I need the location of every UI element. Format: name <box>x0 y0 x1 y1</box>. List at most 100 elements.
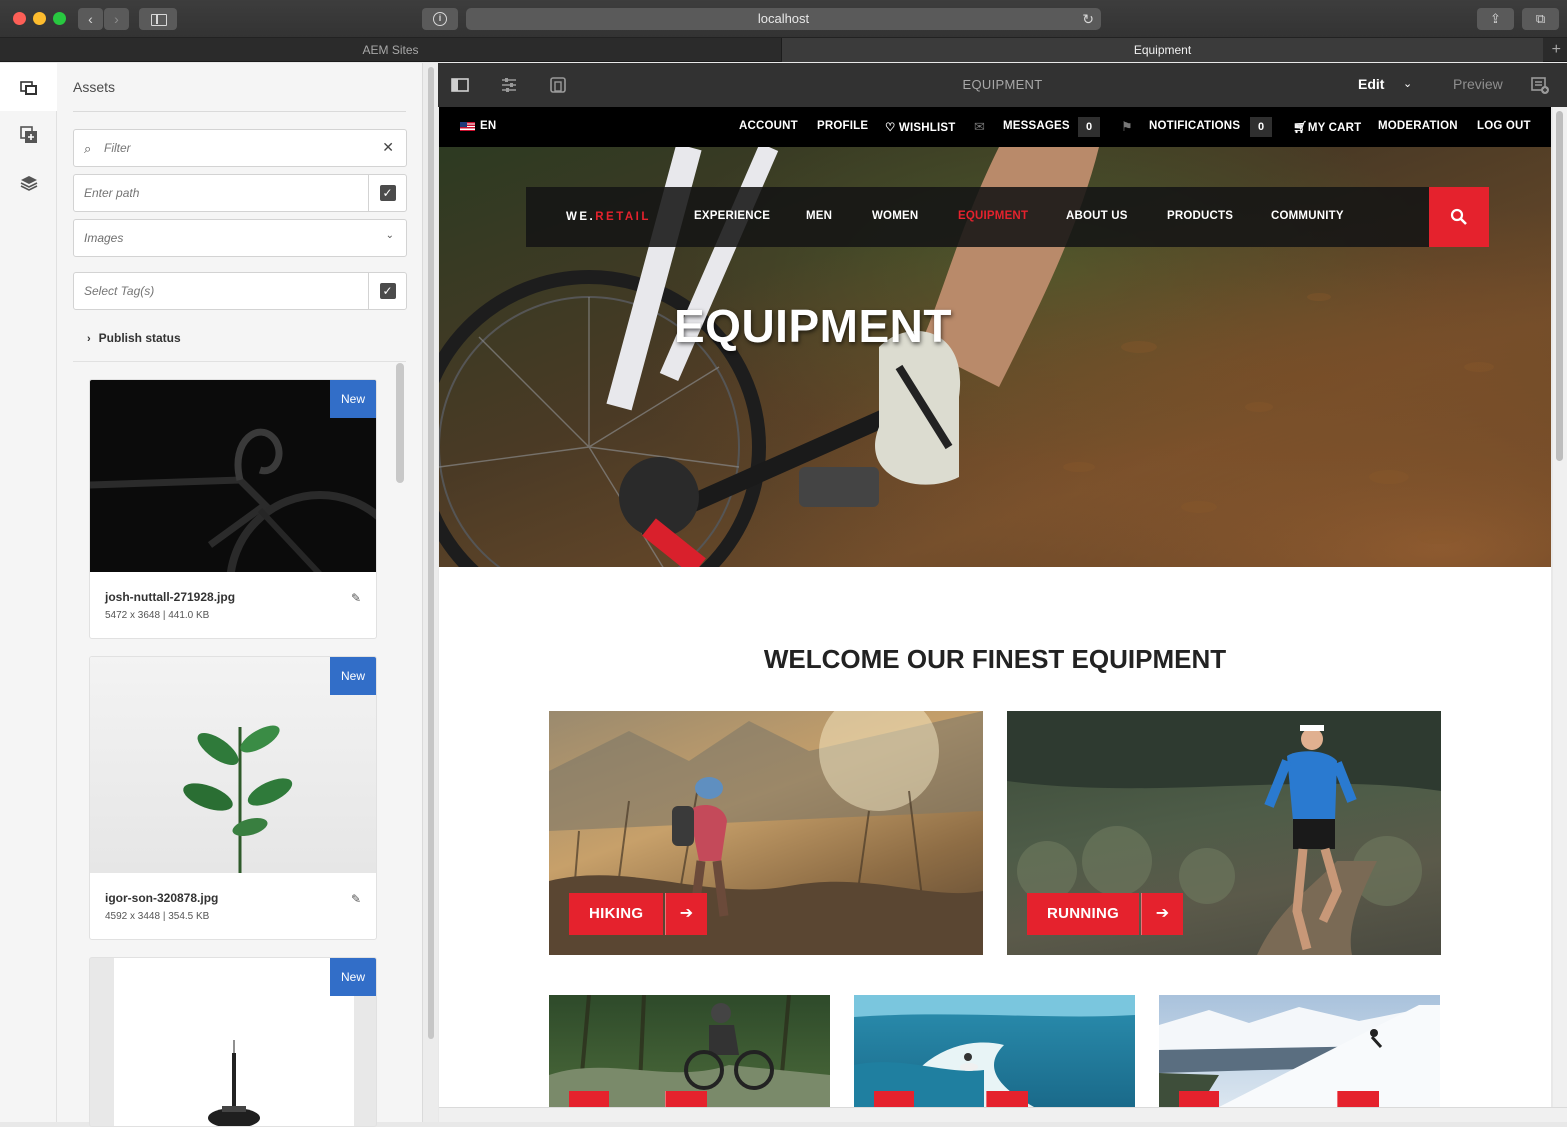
arrow-right-icon[interactable]: ➔ <box>665 1091 707 1107</box>
zoom-window-button[interactable] <box>53 12 66 25</box>
share-icon: ⇪ <box>1490 11 1501 26</box>
nav-about-us[interactable]: ABOUT US <box>1066 210 1128 222</box>
mail-icon: ✉ <box>974 119 985 134</box>
tags-input[interactable] <box>74 273 364 309</box>
minimize-window-button[interactable] <box>33 12 46 25</box>
site-logo[interactable]: WE.RETAIL <box>566 211 651 223</box>
nav-community[interactable]: COMMUNITY <box>1271 210 1344 222</box>
layers-icon <box>20 176 37 191</box>
notifications-link[interactable]: NOTIFICATIONS <box>1149 120 1240 132</box>
pencil-icon[interactable]: ✎ <box>351 892 361 906</box>
arrow-right-icon[interactable]: ➔ <box>986 1091 1028 1107</box>
rail-assets-button[interactable] <box>0 63 57 111</box>
category-tile-snowsports[interactable]: ➔ <box>1159 995 1440 1107</box>
category-tile-hiking[interactable]: HIKING ➔ <box>549 711 983 955</box>
filter-field[interactable]: ⌕ ✕ <box>73 129 407 167</box>
sidebar-toggle-button[interactable] <box>139 8 177 30</box>
category-tile-surfing[interactable]: ➔ <box>854 995 1135 1107</box>
panel-scrollbar[interactable] <box>396 363 404 483</box>
forward-button[interactable]: › <box>104 8 129 30</box>
asset-meta: 4592 x 3448 | 354.5 KB <box>105 911 210 922</box>
side-rail <box>0 63 57 1122</box>
moderation-link[interactable]: MODERATION <box>1378 120 1458 132</box>
panel-outer-scrollbar[interactable] <box>428 67 434 1039</box>
nav-products[interactable]: PRODUCTS <box>1167 210 1233 222</box>
privacy-report-button[interactable]: i <box>422 8 458 30</box>
pencil-icon[interactable]: ✎ <box>351 591 361 605</box>
rail-content-tree-button[interactable] <box>0 159 57 207</box>
arrow-right-icon[interactable]: ➔ <box>1337 1091 1379 1107</box>
tab-equipment[interactable]: Equipment <box>782 38 1543 62</box>
publish-status-toggle[interactable]: › Publish status <box>87 331 181 345</box>
chevron-down-icon[interactable]: ⌄ <box>1403 77 1412 90</box>
logo-text: WE. <box>566 211 596 223</box>
publish-status-label: Publish status <box>98 331 181 345</box>
asset-card[interactable]: New josh-nuttall-271928.jpg 5472 x 3648 … <box>89 379 377 639</box>
clear-icon[interactable]: ✕ <box>382 139 394 156</box>
tags-field[interactable]: ✓ <box>73 272 407 310</box>
arrow-right-icon[interactable]: ➔ <box>665 893 707 935</box>
cart-icon: 🛒︎ <box>1293 122 1308 134</box>
asset-card[interactable]: New igor-son-320878.jpg 4592 x 3448 | 35… <box>89 656 377 940</box>
account-link[interactable]: ACCOUNT <box>739 120 798 132</box>
horizontal-scrollbar[interactable] <box>439 1107 1567 1122</box>
asset-card[interactable]: New <box>89 957 377 1127</box>
page-canvas: EN ACCOUNT PROFILE ♡ WISHLIST ✉ MESSAGES… <box>439 107 1551 1107</box>
tabs-icon: ⧉ <box>1535 11 1546 26</box>
asset-name: josh-nuttall-271928.jpg <box>105 590 236 604</box>
address-bar[interactable]: localhost ↻ <box>466 8 1101 30</box>
cart-label: MY CART <box>1307 122 1362 134</box>
snowsports-label[interactable] <box>1179 1091 1219 1107</box>
tags-browse-button[interactable]: ✓ <box>368 273 406 309</box>
new-tab-button[interactable]: + <box>1552 38 1561 62</box>
cart-link[interactable]: 🛒︎MY CART <box>1293 120 1361 134</box>
profile-link[interactable]: PROFILE <box>817 120 868 132</box>
tab-aem-sites[interactable]: AEM Sites <box>0 38 782 62</box>
nav-experience[interactable]: EXPERIENCE <box>694 210 770 222</box>
assets-panel: Assets ⌕ ✕ ✓ ⌄ ✓ › Publish status New jos… <box>57 63 422 1127</box>
close-window-button[interactable] <box>13 12 26 25</box>
hiking-label[interactable]: HIKING <box>569 893 664 935</box>
new-badge: New <box>330 380 376 418</box>
site-search-button[interactable] <box>1429 187 1489 247</box>
panel-resize-handle[interactable] <box>422 63 438 1122</box>
check-icon: ✓ <box>379 283 396 299</box>
annotations-icon[interactable] <box>1530 75 1550 95</box>
surfing-label[interactable] <box>874 1091 914 1107</box>
editor-toolbar: EQUIPMENT Edit ⌄ Preview <box>438 63 1567 107</box>
section-heading: WELCOME OUR FINEST EQUIPMENT <box>763 644 1227 674</box>
privacy-icon: i <box>433 12 447 26</box>
wishlist-link[interactable]: ♡ WISHLIST <box>885 120 955 134</box>
running-label[interactable]: RUNNING <box>1027 893 1140 935</box>
path-browse-button[interactable]: ✓ <box>368 175 406 211</box>
hero-title: EQUIPMENT <box>674 300 952 352</box>
nav-equipment[interactable]: EQUIPMENT <box>958 210 1028 222</box>
page-scrollbar-thumb[interactable] <box>1556 111 1563 461</box>
language-selector[interactable]: EN <box>480 120 496 132</box>
arrow-right-icon[interactable]: ➔ <box>1141 893 1183 935</box>
tab-overview-button[interactable]: ⧉ <box>1522 8 1559 30</box>
nav-men[interactable]: MEN <box>806 210 832 222</box>
asset-type-select[interactable]: ⌄ <box>73 219 407 257</box>
path-field[interactable]: ✓ <box>73 174 407 212</box>
preview-button[interactable]: Preview <box>1453 76 1503 92</box>
reload-icon[interactable]: ↻ <box>1082 8 1094 30</box>
filter-input[interactable] <box>74 130 354 166</box>
nav-women[interactable]: WOMEN <box>872 210 918 222</box>
category-tile-running[interactable]: RUNNING ➔ <box>1007 711 1441 955</box>
tab-bar: AEM Sites Equipment + <box>0 38 1567 62</box>
logout-link[interactable]: LOG OUT <box>1477 120 1531 132</box>
back-button[interactable]: ‹ <box>78 8 103 30</box>
chevron-down-icon: ⌄ <box>385 230 394 241</box>
utility-bar: EN ACCOUNT PROFILE ♡ WISHLIST ✉ MESSAGES… <box>439 107 1551 147</box>
messages-link[interactable]: MESSAGES <box>1003 120 1070 132</box>
asset-type-value <box>74 220 364 256</box>
share-button[interactable]: ⇪ <box>1477 8 1514 30</box>
category-tile-biking[interactable]: ➔ <box>549 995 830 1107</box>
path-input[interactable] <box>74 175 364 211</box>
mode-select[interactable]: Edit <box>1358 76 1384 92</box>
page-scrollbar[interactable] <box>1553 107 1567 1122</box>
chevron-right-icon: › <box>87 333 91 345</box>
rail-components-button[interactable] <box>0 111 57 159</box>
biking-label[interactable] <box>569 1091 609 1107</box>
